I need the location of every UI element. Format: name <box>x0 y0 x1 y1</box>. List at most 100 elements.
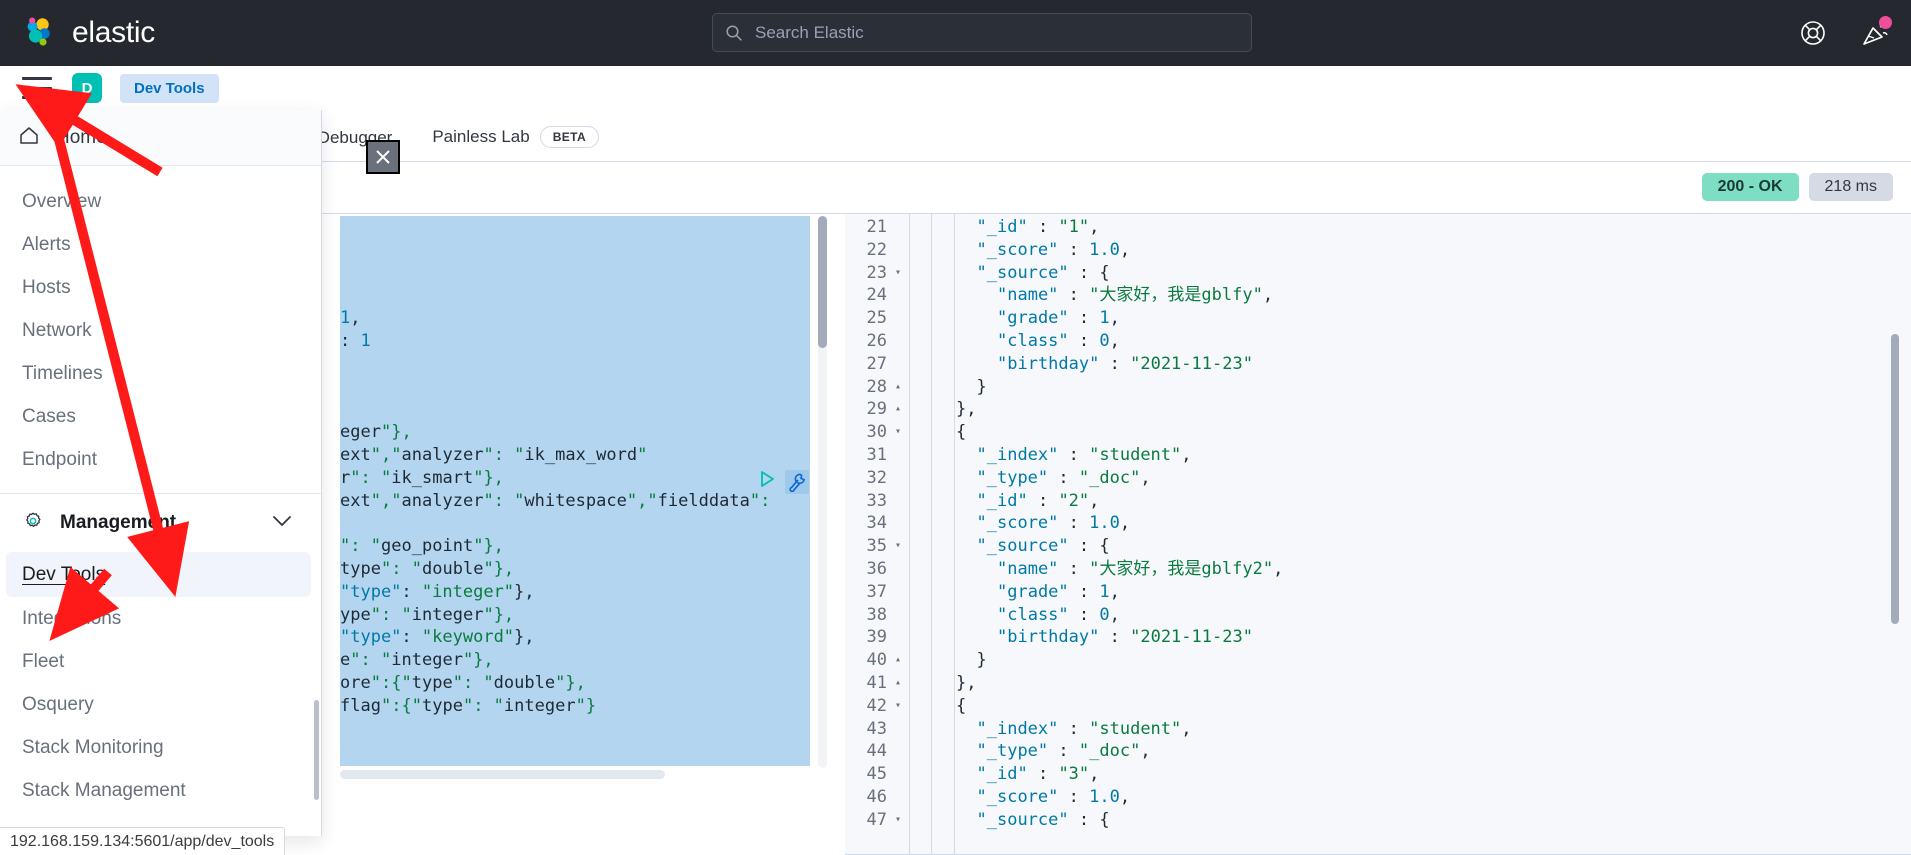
response-line-number: 37 <box>845 581 905 604</box>
tab-painless-lab-label: Painless Lab <box>432 127 530 146</box>
response-line: { <box>956 422 967 443</box>
response-line: "birthday" : "2021-11-23" <box>997 353 1253 374</box>
sidebar-item-alerts[interactable]: Alerts <box>0 223 321 266</box>
response-line: "_id" : "3", <box>976 764 1100 785</box>
line-number-value: 46 <box>866 786 887 807</box>
editor-vertical-scrollbar[interactable] <box>818 216 827 348</box>
sidebar-item-label: Stack Management <box>22 779 186 801</box>
line-number-value: 37 <box>866 581 887 602</box>
sidebar-item-cases[interactable]: Cases <box>0 395 321 438</box>
line-number-value: 40 <box>866 650 887 671</box>
sidebar-item-label: Endpoint <box>22 448 98 470</box>
sidebar-item-label: Hosts <box>22 276 71 298</box>
app-root: elastic Search Elastic D Dev Tools ok De… <box>0 0 1911 855</box>
sidebar-item-label: Stack Monitoring <box>22 736 164 758</box>
elastic-logo-icon <box>22 15 58 51</box>
sidebar-item-overview[interactable]: Overview <box>0 180 321 223</box>
sidebar-item-fleet[interactable]: Fleet <box>0 640 321 683</box>
sidebar-item-stack-monitoring[interactable]: Stack Monitoring <box>0 726 321 769</box>
sidebar-item-timelines[interactable]: Timelines <box>0 352 321 395</box>
fold-toggle-icon[interactable]: ▾ <box>895 695 901 718</box>
fold-toggle-icon[interactable]: ▾ <box>895 809 901 832</box>
response-line-number: 24 <box>845 284 905 307</box>
response-line-number: 31 <box>845 444 905 467</box>
response-line: "_source" : { <box>976 809 1110 830</box>
line-number-value: 28 <box>866 376 887 397</box>
response-line-number: 40 ▴ <box>845 649 905 672</box>
sidebar-item-endpoint[interactable]: Endpoint <box>0 438 321 481</box>
fold-toggle-icon[interactable]: ▴ <box>895 649 901 672</box>
close-x-icon[interactable] <box>366 140 400 174</box>
nav-section-management[interactable]: Management <box>0 494 321 552</box>
sidebar-item-hosts[interactable]: Hosts <box>0 266 321 309</box>
gear-icon <box>22 510 44 537</box>
wrench-tools-icon[interactable] <box>785 469 809 494</box>
response-line: "_type" : "_doc", <box>976 741 1151 762</box>
nav-flyout-scrollbar[interactable] <box>314 700 319 800</box>
sidebar-item-label: Integrations <box>22 607 122 629</box>
response-line-number: 26 <box>845 330 905 353</box>
browser-status-url: 192.168.159.134:5601/app/dev_tools <box>0 827 286 855</box>
nav-section-label: Management <box>60 512 177 533</box>
response-line-number: 28 ▴ <box>845 376 905 399</box>
response-viewer[interactable]: 21 22 23 ▾ 24 25 26 27 28 ▴ 29 ▴ 30 ▾ 31 32 33 34 35 ▾ 36 37 3… <box>845 214 1911 855</box>
response-line: "name" : "大家好，我是gblfy", <box>997 285 1274 306</box>
global-search[interactable]: Search Elastic <box>712 13 1252 52</box>
response-line: }, <box>956 672 977 693</box>
line-number-value: 24 <box>866 285 887 306</box>
fold-toggle-icon[interactable]: ▾ <box>895 262 901 285</box>
editor-horizontal-scrollbar[interactable] <box>340 770 665 779</box>
nav-home-item[interactable]: Home <box>0 110 321 166</box>
sidebar-item-integrations[interactable]: Integrations <box>0 597 321 640</box>
fold-toggle-icon[interactable]: ▴ <box>895 672 901 695</box>
fold-toggle-icon[interactable]: ▾ <box>895 421 901 444</box>
line-number-value: 21 <box>866 217 887 237</box>
response-line: "grade" : 1, <box>997 581 1120 602</box>
line-number-value: 38 <box>866 604 887 625</box>
fold-toggle-icon[interactable]: ▴ <box>895 376 901 399</box>
response-vertical-scrollbar[interactable] <box>1891 334 1899 624</box>
response-line: "_id" : "2", <box>976 490 1100 511</box>
line-number-value: 39 <box>866 627 887 648</box>
response-line-number: 41 ▴ <box>845 672 905 695</box>
line-number-value: 32 <box>866 467 887 488</box>
global-header: elastic Search Elastic <box>0 0 1911 66</box>
notification-dot <box>1879 16 1892 29</box>
hamburger-menu-icon[interactable] <box>22 77 52 99</box>
fold-toggle-icon[interactable]: ▴ <box>895 398 901 421</box>
sidebar-item-osquery[interactable]: Osquery <box>0 683 321 726</box>
life-ring-help-icon[interactable] <box>1799 19 1827 47</box>
response-line: } <box>976 376 987 397</box>
line-number-value: 36 <box>866 558 887 579</box>
response-line-number: 22 <box>845 239 905 262</box>
response-line-numbers: 21 22 23 ▾ 24 25 26 27 28 ▴ 29 ▴ 30 ▾ 31 32 33 34 35 ▾ 36 37 3… <box>845 214 905 855</box>
response-line-number: 21 <box>845 216 905 239</box>
response-line-number: 38 <box>845 604 905 627</box>
line-number-value: 47 <box>866 809 887 830</box>
status-badge: 200 - OK <box>1701 173 1799 201</box>
chevron-down-icon[interactable] <box>271 514 293 533</box>
play-request-icon[interactable] <box>757 469 777 494</box>
response-line: "grade" : 1, <box>997 308 1120 329</box>
avatar[interactable]: D <box>72 73 102 103</box>
fold-toggle-icon[interactable]: ▾ <box>895 535 901 558</box>
response-code: "_id" : "1", "_score" : 1.0, "_source" :… <box>915 216 1283 832</box>
response-line-number: 27 <box>845 353 905 376</box>
response-line: } <box>976 650 987 671</box>
line-number-value: 29 <box>866 399 887 420</box>
response-line: }, <box>956 399 977 420</box>
party-popper-announcement-icon[interactable] <box>1861 16 1892 47</box>
tab-painless-lab[interactable]: Painless Lab BETA <box>412 126 619 161</box>
brand[interactable]: elastic <box>22 15 155 51</box>
response-line-number: 43 <box>845 718 905 741</box>
line-number-value: 44 <box>866 741 887 762</box>
response-line-number: 44 <box>845 740 905 763</box>
sidebar-item-label: Fleet <box>22 650 65 672</box>
response-line-number: 30 ▾ <box>845 421 905 444</box>
latency-badge: 218 ms <box>1808 173 1893 201</box>
home-icon <box>18 124 40 151</box>
breadcrumb[interactable]: Dev Tools <box>120 73 219 103</box>
sidebar-item-network[interactable]: Network <box>0 309 321 352</box>
line-number-value: 30 <box>866 422 887 443</box>
sidebar-item-dev-tools[interactable]: Dev Tools <box>6 552 311 597</box>
